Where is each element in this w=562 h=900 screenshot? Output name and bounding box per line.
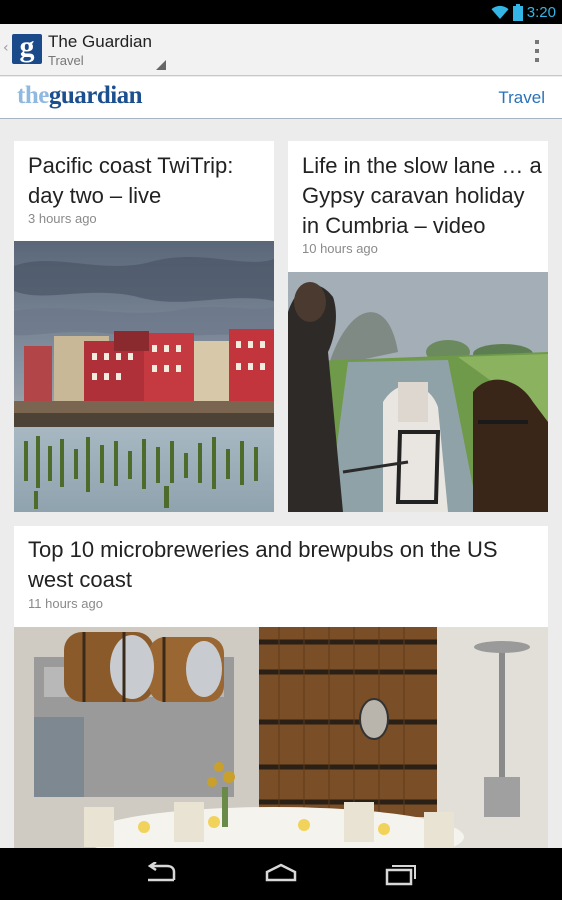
recent-apps-icon[interactable] (384, 862, 418, 886)
article-card[interactable]: Life in the slow lane … a Gypsy caravan … (288, 141, 548, 512)
status-icons: 3:20 (491, 2, 556, 22)
article-title[interactable]: Life in the slow lane … a Gypsy caravan … (302, 151, 542, 241)
guardian-wordmark: theguardian (17, 82, 143, 110)
article-image[interactable] (288, 272, 548, 512)
app-title[interactable]: The Guardian (48, 32, 152, 52)
overflow-dot (535, 49, 539, 53)
article-image[interactable] (14, 241, 274, 512)
article-timestamp: 11 hours ago (28, 596, 103, 611)
section-label[interactable]: Travel (498, 88, 545, 108)
battery-icon (512, 3, 523, 21)
article-timestamp: 3 hours ago (28, 211, 97, 226)
section-spinner[interactable]: Travel (48, 53, 84, 68)
wordmark-guardian: guardian (48, 82, 143, 109)
article-image[interactable] (14, 627, 548, 848)
back-icon[interactable] (144, 862, 178, 886)
spinner-arrow-icon[interactable] (156, 60, 166, 70)
wifi-icon (491, 4, 509, 20)
article-title[interactable]: Pacific coast TwiTrip: day two – live (28, 151, 263, 211)
app-logo-letter: g (19, 30, 35, 63)
action-bar: ‹ g The Guardian Travel (0, 24, 562, 76)
home-icon[interactable] (264, 862, 298, 886)
section-header: theguardian Travel (0, 77, 562, 119)
status-time: 3:20 (526, 3, 556, 21)
status-bar: 3:20 (0, 0, 562, 24)
article-card[interactable]: Top 10 microbreweries and brewpubs on th… (14, 526, 548, 848)
up-caret-icon[interactable]: ‹ (3, 40, 9, 56)
guardian-app-icon[interactable]: g (12, 30, 42, 64)
article-timestamp: 10 hours ago (302, 241, 378, 256)
article-title[interactable]: Top 10 microbreweries and brewpubs on th… (28, 535, 528, 595)
wordmark-the: the (17, 82, 49, 109)
article-card[interactable]: Pacific coast TwiTrip: day two – live 3 … (14, 141, 274, 512)
overflow-dot (535, 40, 539, 44)
overflow-menu-icon[interactable] (534, 40, 540, 62)
navigation-bar (0, 848, 562, 900)
article-grid: Pacific coast TwiTrip: day two – live 3 … (0, 120, 562, 848)
overflow-dot (535, 58, 539, 62)
